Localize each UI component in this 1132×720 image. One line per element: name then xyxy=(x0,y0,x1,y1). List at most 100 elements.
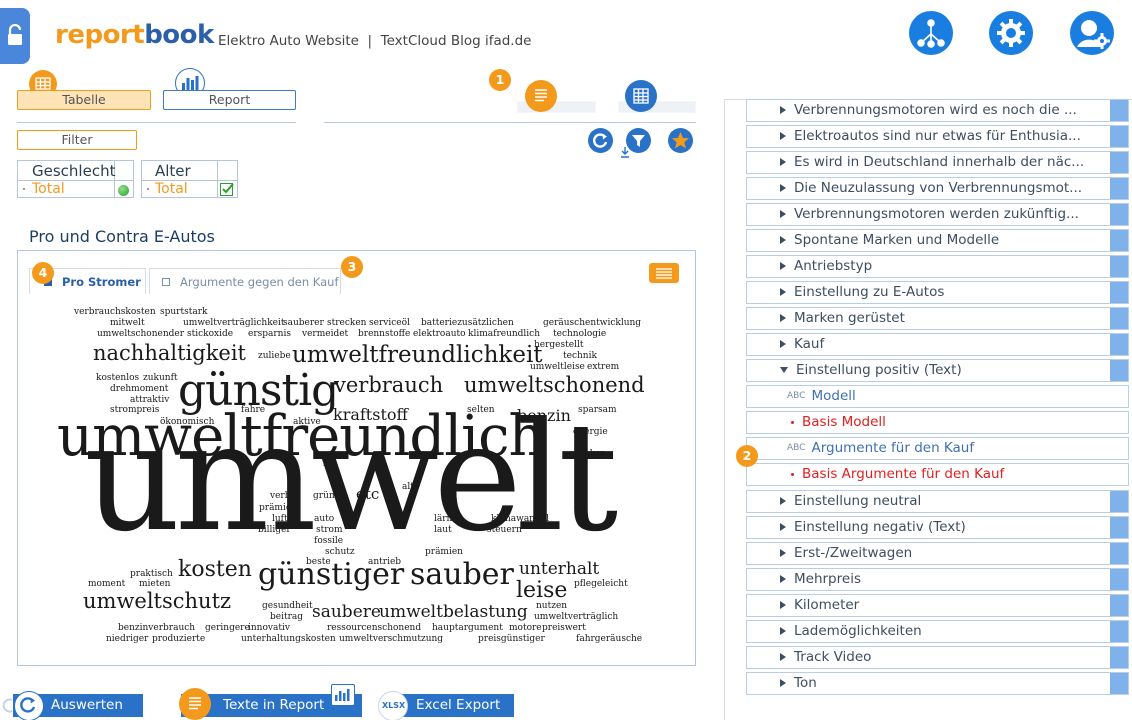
tree-item[interactable]: Track Video xyxy=(746,646,1129,669)
tree-item[interactable]: ABC Modell xyxy=(746,385,1129,408)
report-button[interactable]: Report xyxy=(163,90,296,110)
tree-item-label: Argumente für den Kauf xyxy=(811,440,975,456)
tree-item[interactable]: Basis Modell xyxy=(746,411,1129,434)
caret-right-icon[interactable] xyxy=(780,313,786,322)
tree-item-label: Erst-/Zweitwagen xyxy=(794,545,913,561)
tree-item-square[interactable] xyxy=(1110,569,1128,590)
wordcloud-word: extrem xyxy=(587,362,620,372)
caret-right-icon[interactable] xyxy=(780,522,786,531)
tree-item-square[interactable] xyxy=(1110,282,1128,303)
wordcloud-word: fahrgeräusche xyxy=(576,634,643,644)
caret-right-icon[interactable] xyxy=(780,652,786,661)
tree-item[interactable]: Elektroautos sind nur etwas für Enthusia… xyxy=(746,125,1129,148)
tree-item[interactable]: Einstellung zu E-Autos xyxy=(746,281,1129,304)
filter-alter[interactable]: Alter Total xyxy=(141,160,238,198)
tree-item-square[interactable] xyxy=(1110,647,1128,668)
caret-right-icon[interactable] xyxy=(780,131,786,140)
settings-button[interactable] xyxy=(989,11,1033,55)
tree-item-square[interactable] xyxy=(1110,204,1128,225)
tree-item-square[interactable] xyxy=(1110,491,1128,512)
tree-item-square[interactable] xyxy=(1110,152,1128,173)
tree-item-square[interactable] xyxy=(1110,308,1128,329)
tree-item[interactable]: Verbrennungsmotoren wird es noch die ... xyxy=(746,99,1129,122)
tree-item-square[interactable] xyxy=(1110,126,1128,147)
caret-right-icon[interactable] xyxy=(780,183,786,192)
filter-geschlecht[interactable]: Geschlecht Total xyxy=(17,160,134,198)
lock-tab[interactable] xyxy=(0,8,30,64)
tree-item[interactable]: Antriebstyp xyxy=(746,255,1129,278)
wordcloud-word: klimawandel xyxy=(491,514,549,524)
caret-down-icon[interactable] xyxy=(780,366,788,373)
tree-item-square[interactable] xyxy=(1110,621,1128,642)
tree-item-label: Mehrpreis xyxy=(794,571,861,587)
tree-item-square[interactable] xyxy=(1110,673,1128,694)
tree-item[interactable]: Erst-/Zweitwagen xyxy=(746,542,1129,565)
network-button[interactable] xyxy=(909,11,953,55)
tree-item[interactable]: Verbrennungsmotoren werden zukünftig... xyxy=(746,203,1129,226)
tree-item[interactable]: Die Neuzulassung von Verbrennungsmot... xyxy=(746,177,1129,200)
caret-right-icon[interactable] xyxy=(780,574,786,583)
wordcloud-word: praktisch xyxy=(130,569,173,579)
refresh-icon[interactable] xyxy=(588,128,613,153)
tree-item[interactable]: Basis Argumente für den Kauf xyxy=(746,463,1129,486)
text-lines-icon[interactable] xyxy=(525,80,557,112)
tree-item-square[interactable] xyxy=(1110,256,1128,277)
tree-item-square[interactable] xyxy=(1110,543,1128,564)
caret-right-icon[interactable] xyxy=(780,105,786,114)
wordcloud-word: geräuschentwicklung xyxy=(543,318,642,328)
tree-item[interactable]: Einstellung negativ (Text) xyxy=(746,516,1129,539)
texte-icon xyxy=(179,688,211,720)
tree-item-square[interactable] xyxy=(1110,334,1128,355)
filter-header: Alter xyxy=(155,162,191,180)
wordcloud-word: selten xyxy=(467,405,495,415)
wordcloud-word: prämien xyxy=(425,547,463,557)
tree-item-label: Marken gerüstet xyxy=(794,310,905,326)
star-icon[interactable] xyxy=(668,128,693,153)
tree-item[interactable]: Kilometer xyxy=(746,594,1129,617)
caret-right-icon[interactable] xyxy=(780,261,786,270)
tree-item-square[interactable] xyxy=(1110,100,1128,121)
tree-item[interactable]: Es wird in Deutschland innerhalb der näc… xyxy=(746,151,1129,174)
tab-contra[interactable]: Argumente gegen den Kauf xyxy=(149,268,341,294)
logo-part1: report xyxy=(55,20,145,50)
caret-right-icon[interactable] xyxy=(780,209,786,218)
tree-item[interactable]: Einstellung positiv (Text) xyxy=(746,359,1129,382)
tree-item-square[interactable] xyxy=(1110,178,1128,199)
divider-right xyxy=(324,122,696,123)
wordcloud-word: sauber xyxy=(410,557,514,592)
caret-right-icon[interactable] xyxy=(780,678,786,687)
caret-right-icon[interactable] xyxy=(780,496,786,505)
caret-right-icon[interactable] xyxy=(780,235,786,244)
tab-checkbox-icon xyxy=(162,278,170,286)
download-arrow-icon xyxy=(620,143,630,158)
caret-right-icon[interactable] xyxy=(780,287,786,296)
wordcloud-word: moment xyxy=(88,579,126,589)
caret-right-icon[interactable] xyxy=(780,548,786,557)
tree-item[interactable]: Kauf xyxy=(746,333,1129,356)
caret-right-icon[interactable] xyxy=(780,600,786,609)
caret-right-icon[interactable] xyxy=(780,157,786,166)
tree-item[interactable]: Mehrpreis xyxy=(746,568,1129,591)
tree-item[interactable]: Ton xyxy=(746,672,1129,695)
tree-item[interactable]: Marken gerüstet xyxy=(746,307,1129,330)
tabelle-button[interactable]: Tabelle xyxy=(17,90,151,110)
bullet-icon xyxy=(23,188,25,190)
tree-item[interactable]: ABC Argumente für den Kauf xyxy=(746,437,1129,460)
tree-item-square[interactable] xyxy=(1110,517,1128,538)
wordcloud-word: preisgünstiger xyxy=(478,634,545,644)
filter-button[interactable]: Filter xyxy=(17,130,137,150)
caret-right-icon[interactable] xyxy=(780,339,786,348)
panel-menu-icon[interactable] xyxy=(649,263,679,283)
tree-item-label: Lademöglichkeiten xyxy=(794,623,922,639)
user-button[interactable] xyxy=(1070,11,1114,55)
tree-item-square[interactable] xyxy=(1110,230,1128,251)
caret-right-icon[interactable] xyxy=(780,626,786,635)
tree-item[interactable]: Einstellung neutral xyxy=(746,490,1129,513)
tab-label: Argumente gegen den Kauf xyxy=(180,275,339,289)
grid-table-icon[interactable] xyxy=(625,80,657,112)
tree-item[interactable]: Lademöglichkeiten xyxy=(746,620,1129,643)
wordcloud-word: umweltfreundlichkeit xyxy=(292,342,543,368)
tree-item-square[interactable] xyxy=(1110,595,1128,616)
tree-item[interactable]: Spontane Marken und Modelle xyxy=(746,229,1129,252)
tree-item-square[interactable] xyxy=(1110,360,1128,381)
